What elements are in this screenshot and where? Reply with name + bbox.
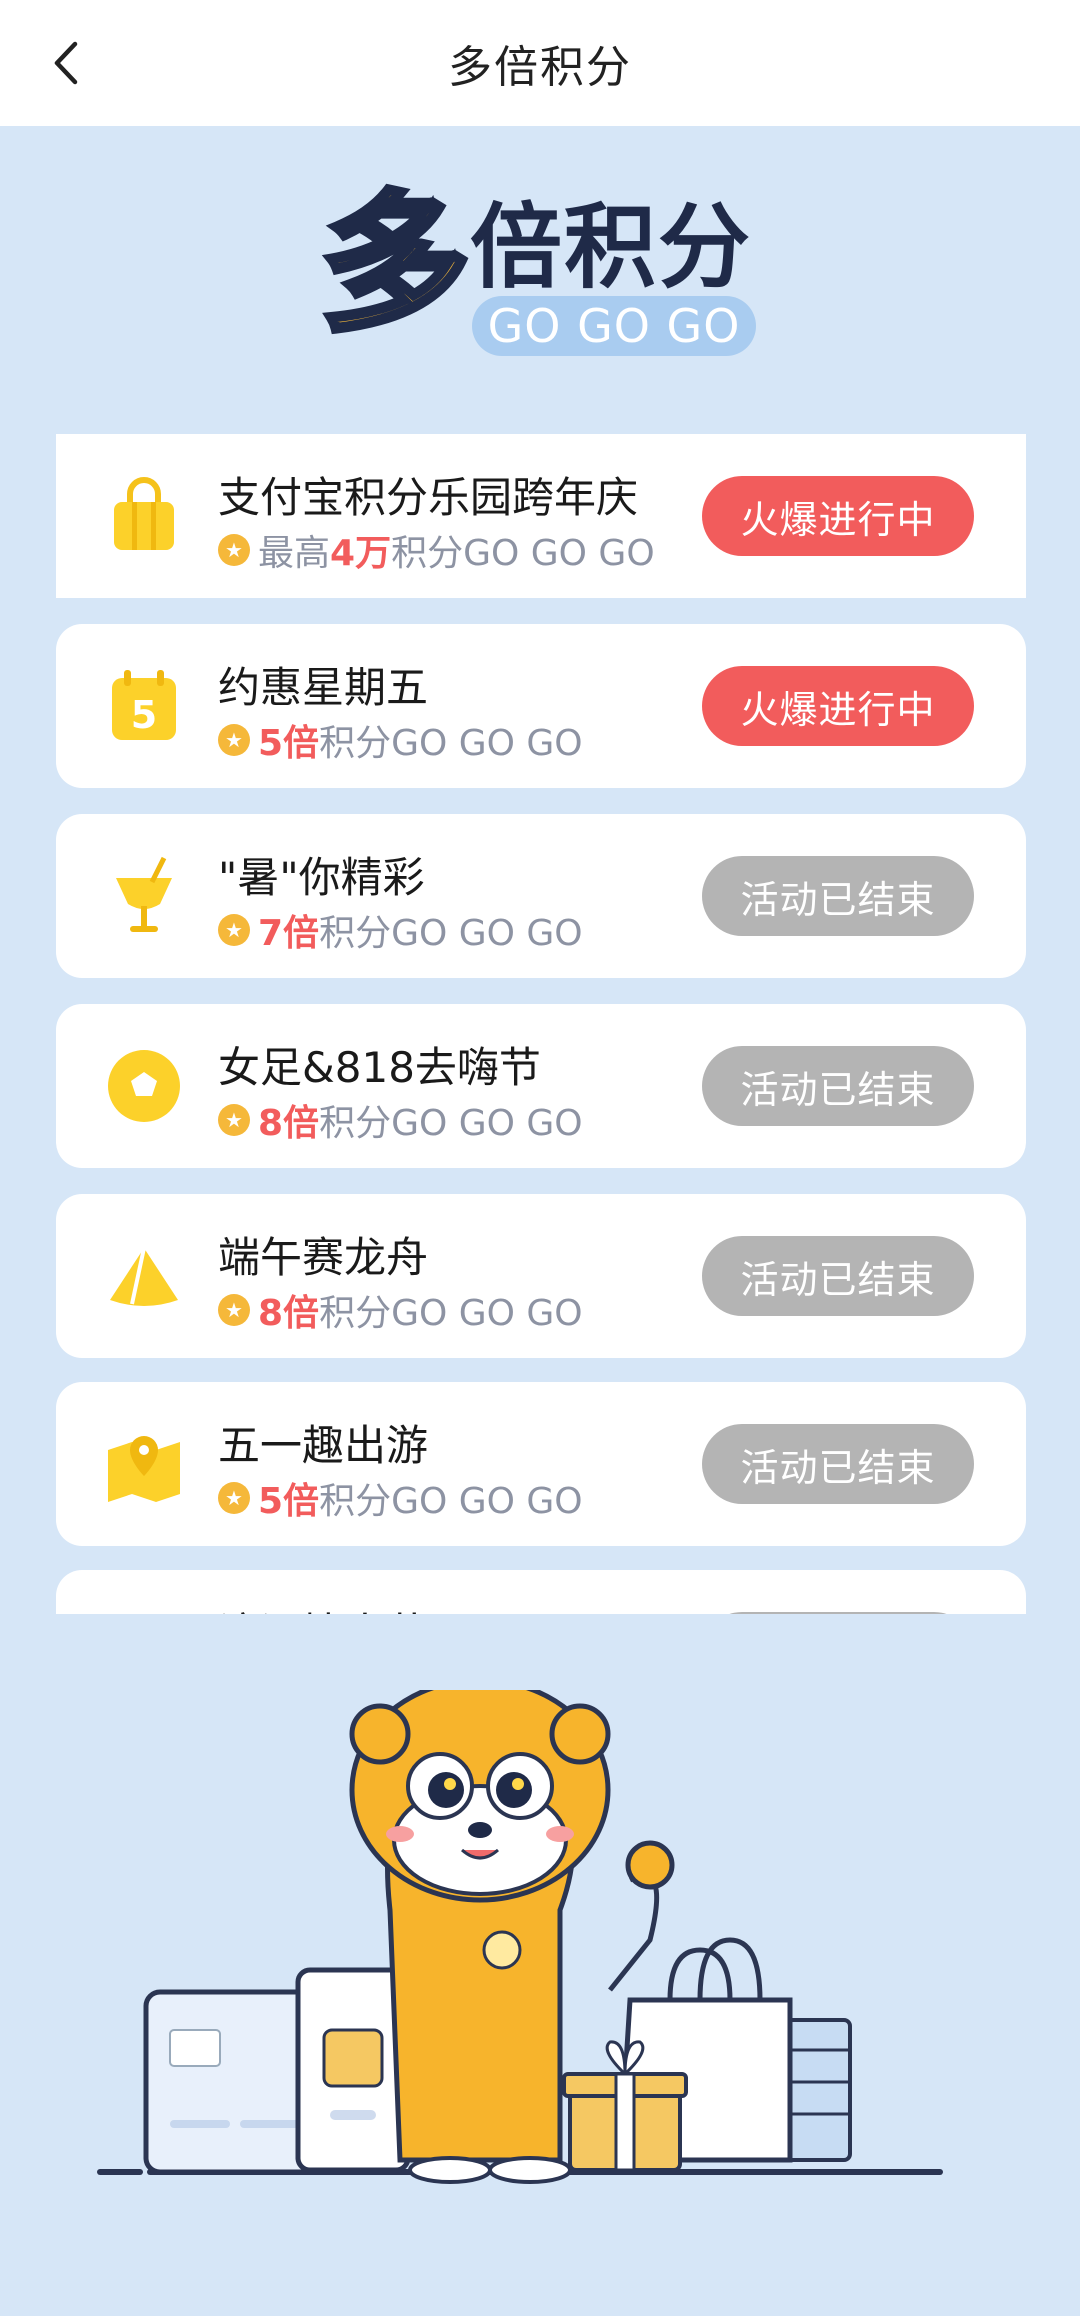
points-coin-icon: ★: [218, 1294, 250, 1326]
activity-reward: ★ 7倍 积分GO GO GO: [218, 904, 583, 956]
reward-suffix: 积分GO GO GO: [319, 723, 583, 764]
activity-name: 约惠星期五: [218, 663, 429, 712]
status-button[interactable]: [702, 1612, 974, 1614]
zongzi-icon: [110, 1247, 178, 1306]
reward-value: 4万: [330, 533, 392, 574]
promo-logo: 多 倍积分 GO GO GO: [317, 177, 760, 360]
activity-reward: ★ 5倍 积分GO GO GO: [218, 1472, 583, 1524]
status-button[interactable]: 活动已结束: [702, 856, 974, 936]
activity-name: "暑"你精彩: [218, 853, 425, 902]
reward-value: 7倍: [258, 913, 320, 954]
reward-suffix: 积分GO GO GO: [319, 1293, 583, 1334]
list-item[interactable]: 支付宝积分乐园跨年庆 ★ 最高 4万 积分GO GO GO 火爆进行中: [56, 434, 1026, 598]
page-title: 多倍积分: [448, 42, 632, 93]
activity-name: 女足&818去嗨节: [218, 1043, 541, 1092]
status-button[interactable]: 活动已结束: [702, 1424, 974, 1504]
calendar-icon: 5: [112, 670, 176, 740]
soccer-ball-icon: [108, 1050, 180, 1122]
reward-suffix: 积分GO GO GO: [319, 913, 583, 954]
back-button[interactable]: [36, 33, 96, 93]
activity-name: 五一趣出游: [218, 1421, 429, 1470]
list-item[interactable]: 5 约惠星期五 ★ 5倍 积分GO GO GO 火爆进行中: [56, 624, 1026, 788]
list-item[interactable]: 女足&818去嗨节 ★ 8倍 积分GO GO GO 活动已结束: [56, 1004, 1026, 1168]
status-button[interactable]: 火爆进行中: [702, 476, 974, 556]
activity-name: 浪漫情人节: [218, 1600, 428, 1614]
reward-suffix: 积分GO GO GO: [391, 533, 655, 574]
shopping-bag-icon: [114, 477, 174, 550]
points-coin-icon: ★: [218, 914, 250, 946]
activity-reward: ★ 8倍 积分GO GO GO: [218, 1094, 583, 1146]
tiger-mascot-illustration: [97, 1690, 943, 2184]
activity-reward: ★ 8倍 积分GO GO GO: [218, 1284, 583, 1336]
activity-name: 端午赛龙舟: [218, 1233, 429, 1282]
status-button[interactable]: 活动已结束: [702, 1046, 974, 1126]
reward-value: 5倍: [258, 1481, 320, 1522]
logo-title: 倍积分: [470, 194, 753, 301]
activity-reward: ★ 5倍 积分GO GO GO: [218, 714, 583, 766]
activity-reward: ★ 最高 4万 积分GO GO GO: [218, 524, 655, 576]
list-item[interactable]: 浪漫情人节: [56, 1570, 1026, 1614]
reward-suffix: 积分GO GO GO: [319, 1103, 583, 1144]
map-pin-icon: [108, 1436, 180, 1502]
activity-list[interactable]: 支付宝积分乐园跨年庆 ★ 最高 4万 积分GO GO GO 火爆进行中 5 约惠…: [56, 434, 1026, 1614]
activity-name: 支付宝积分乐园跨年庆: [218, 473, 639, 522]
reward-suffix: 积分GO GO GO: [319, 1481, 583, 1522]
logo-tagline: GO GO GO: [472, 296, 756, 356]
chevron-left-icon: [54, 41, 78, 85]
svg-text:5: 5: [131, 693, 157, 737]
points-coin-icon: ★: [218, 1482, 250, 1514]
reward-value: 8倍: [258, 1103, 320, 1144]
reward-prefix: 最高: [258, 533, 331, 574]
points-coin-icon: ★: [218, 724, 250, 756]
list-item[interactable]: 端午赛龙舟 ★ 8倍 积分GO GO GO 活动已结束: [56, 1194, 1026, 1358]
heart-icon: [102, 1610, 186, 1614]
status-button[interactable]: 活动已结束: [702, 1236, 974, 1316]
points-coin-icon: ★: [218, 534, 250, 566]
status-button[interactable]: 火爆进行中: [702, 666, 974, 746]
cold-drink-icon: [116, 856, 172, 932]
reward-value: 8倍: [258, 1293, 320, 1334]
logo-main-char: 多: [317, 177, 473, 353]
reward-value: 5倍: [258, 723, 320, 764]
nav-bar: 多倍积分: [0, 0, 1080, 126]
list-item[interactable]: 五一趣出游 ★ 5倍 积分GO GO GO 活动已结束: [56, 1382, 1026, 1546]
list-item[interactable]: "暑"你精彩 ★ 7倍 积分GO GO GO 活动已结束: [56, 814, 1026, 978]
points-coin-icon: ★: [218, 1104, 250, 1136]
